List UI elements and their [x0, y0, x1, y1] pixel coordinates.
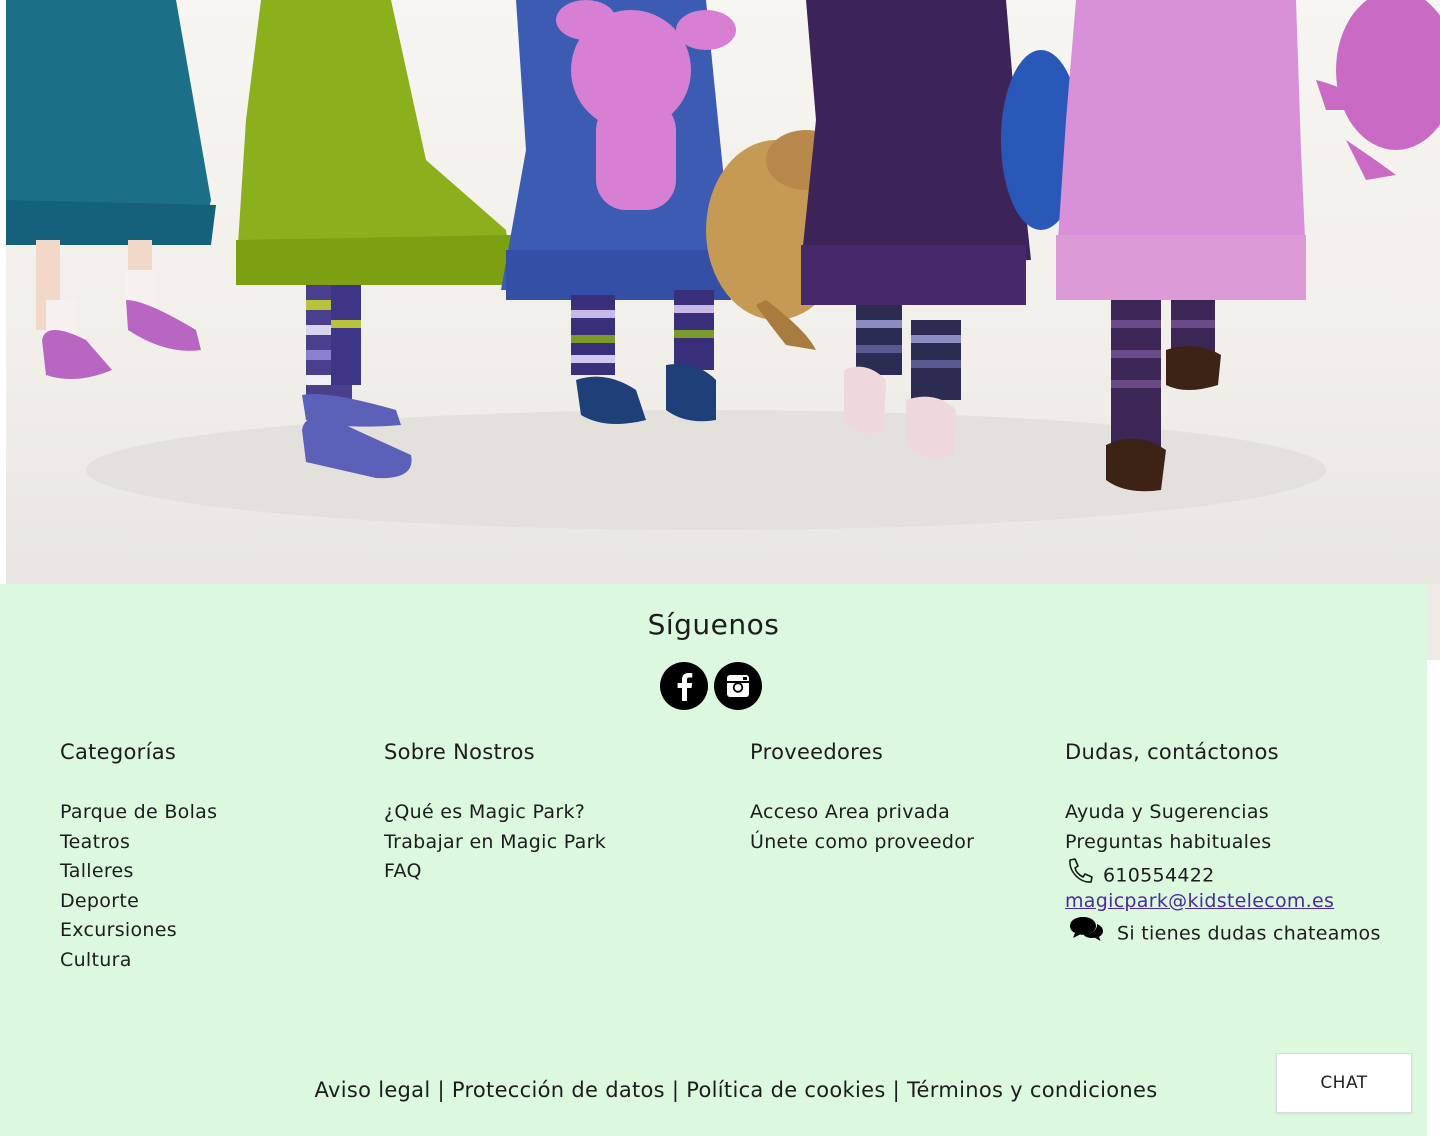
instagram-icon [727, 675, 749, 697]
categories-title: Categorías [60, 740, 177, 764]
hero-image [6, 0, 1440, 584]
categories-column: Categorías Parque de Bolas Teatros Talle… [60, 740, 217, 975]
providers-column: Proveedores Acceso Area privada Únete co… [750, 740, 974, 857]
hero-edge [1426, 584, 1440, 660]
follow-title: Síguenos [647, 608, 780, 641]
contact-column: Dudas, contáctonos Ayuda y Sugerencias P… [1065, 740, 1381, 946]
chat-item[interactable]: Si tienes dudas chateamos [1065, 916, 1381, 946]
chat-button[interactable]: CHAT [1276, 1053, 1412, 1113]
about-link[interactable]: Trabajar en Magic Park [384, 828, 606, 858]
terms-link[interactable]: Términos y condiciones [907, 1078, 1157, 1102]
category-link[interactable]: Parque de Bolas [60, 798, 217, 828]
legal-links: Aviso legal | Protección de datos | Polí… [0, 1078, 1440, 1102]
providers-link[interactable]: Acceso Area privada [750, 798, 974, 828]
phone-number: 610554422 [1103, 864, 1215, 887]
separator: | [671, 1078, 680, 1102]
contact-title: Dudas, contáctonos [1065, 740, 1279, 764]
providers-title: Proveedores [750, 740, 884, 764]
data-protection-link[interactable]: Protección de datos [452, 1078, 665, 1102]
email-item: magicpark@kidstelecom.es [1065, 887, 1381, 917]
hero-illustration [6, 0, 1440, 530]
facebook-button[interactable] [660, 662, 708, 710]
separator: | [892, 1078, 900, 1102]
cookies-policy-link[interactable]: Política de cookies [686, 1078, 885, 1102]
category-link[interactable]: Excursiones [60, 916, 217, 946]
phone-item[interactable]: 610554422 [1065, 857, 1381, 887]
legal-notice-link[interactable]: Aviso legal [315, 1078, 431, 1102]
faq-link[interactable]: Preguntas habituales [1065, 828, 1381, 858]
providers-link[interactable]: Únete como proveedor [750, 828, 974, 858]
about-link[interactable]: FAQ [384, 857, 606, 887]
category-link[interactable]: Talleres [60, 857, 217, 887]
chat-text: Si tienes dudas chateamos [1117, 922, 1381, 945]
site-footer: Síguenos Categorías Parque de Bolas Teat… [0, 584, 1427, 1136]
instagram-button[interactable] [714, 662, 762, 710]
chat-bubbles-icon [1069, 916, 1105, 952]
help-link[interactable]: Ayuda y Sugerencias [1065, 798, 1381, 828]
email-link[interactable]: magicpark@kidstelecom.es [1065, 890, 1334, 912]
category-link[interactable]: Cultura [60, 946, 217, 976]
facebook-icon [677, 673, 693, 701]
social-links [660, 662, 762, 710]
about-column: Sobre Nostros ¿Qué es Magic Park? Trabaj… [384, 740, 606, 887]
about-title: Sobre Nostros [384, 740, 535, 764]
category-link[interactable]: Deporte [60, 887, 217, 917]
about-link[interactable]: ¿Qué es Magic Park? [384, 798, 606, 828]
category-link[interactable]: Teatros [60, 828, 217, 858]
separator: | [437, 1078, 445, 1102]
